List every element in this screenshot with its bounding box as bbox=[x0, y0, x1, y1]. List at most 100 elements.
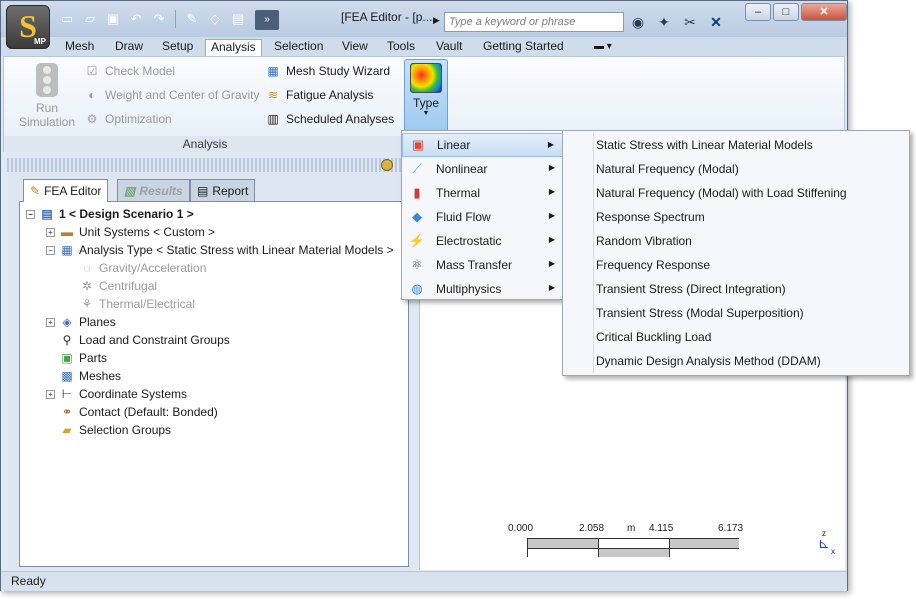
search-expand-icon[interactable]: ▶ bbox=[433, 12, 443, 28]
submenu-item[interactable]: Transient Stress (Direct Integration) bbox=[563, 277, 909, 301]
tab-draw[interactable]: Draw bbox=[110, 39, 148, 56]
tab-analysis[interactable]: Analysis bbox=[205, 39, 262, 56]
tab-vault[interactable]: Vault bbox=[431, 39, 467, 56]
tab-report[interactable]: ▤ Report bbox=[190, 179, 256, 201]
mesh-study-wizard-label: Mesh Study Wizard bbox=[286, 64, 391, 78]
tab-results[interactable]: ▧ Results bbox=[117, 179, 190, 201]
mesh-study-wizard-button[interactable]: ▦ Mesh Study Wizard bbox=[265, 63, 390, 79]
tree-row[interactable]: + ⊢ Coordinate Systems bbox=[20, 385, 408, 403]
expand-icon[interactable]: + bbox=[46, 317, 55, 327]
tree-row[interactable]: ✲ Centrifugal bbox=[20, 277, 408, 295]
maximize-button[interactable]: □ bbox=[773, 3, 799, 21]
tab-tools[interactable]: Tools bbox=[382, 39, 420, 56]
tab-fea-editor[interactable]: ✎ FEA Editor bbox=[23, 179, 109, 202]
submenu-item[interactable]: Frequency Response bbox=[563, 253, 909, 277]
collapse-icon[interactable]: − bbox=[46, 245, 55, 255]
eraser-icon[interactable]: ◇ bbox=[205, 10, 225, 28]
menu-item-nonlinear[interactable]: ⟋ Nonlinear ▶ bbox=[402, 157, 563, 181]
tree-row[interactable]: ◌ Gravity/Acceleration bbox=[20, 259, 408, 277]
tree-row[interactable]: − ▤ 1 < Design Scenario 1 > bbox=[20, 205, 408, 223]
thermal-icon: ⚘ bbox=[81, 297, 93, 311]
tree-row[interactable]: ▣ Parts bbox=[20, 349, 408, 367]
menu-item-mass-transfer[interactable]: ⚛ Mass Transfer ▶ bbox=[402, 253, 563, 277]
ribbon-display-icon[interactable]: ▬ ▾ bbox=[589, 39, 617, 56]
tree-row[interactable]: − ▦ Analysis Type < Static Stress with Lin… bbox=[20, 241, 408, 259]
undo-icon[interactable]: ↶ bbox=[126, 10, 146, 28]
contact-icon: ⚭ bbox=[61, 405, 73, 419]
tab-getting-started[interactable]: Getting Started bbox=[478, 39, 569, 56]
tree-row-label: Planes bbox=[79, 315, 116, 329]
menu-item-electrostatic[interactable]: ⚡ Electrostatic ▶ bbox=[402, 229, 563, 253]
expand-icon[interactable]: + bbox=[46, 389, 55, 399]
pin-icon[interactable]: ✂ bbox=[680, 12, 700, 32]
edit-icon[interactable]: ✎ bbox=[182, 10, 202, 28]
mass-transfer-icon: ⚛ bbox=[411, 257, 423, 272]
application-menu-button[interactable]: S MP bbox=[6, 5, 50, 49]
optimization-button[interactable]: ⚙ Optimization bbox=[84, 111, 172, 127]
collapse-icon[interactable]: − bbox=[26, 209, 35, 219]
type-button[interactable]: Type ▼ bbox=[404, 59, 448, 133]
tree-row[interactable]: + ▬ Unit Systems < Custom > bbox=[20, 223, 408, 241]
tree-row[interactable]: ⚲ Load and Constraint Groups bbox=[20, 331, 408, 349]
wrench-icon[interactable]: ✦ bbox=[654, 12, 674, 32]
tree-row-label: Unit Systems < Custom > bbox=[79, 225, 216, 239]
submenu-item[interactable]: Transient Stress (Modal Superposition) bbox=[563, 301, 909, 325]
toolbar-more-icon[interactable]: » bbox=[255, 10, 279, 30]
pin-icon[interactable] bbox=[381, 159, 393, 171]
submenu-item[interactable]: Natural Frequency (Modal) with Load Stif… bbox=[563, 181, 909, 205]
menu-item-label: Electrostatic bbox=[436, 234, 502, 248]
tab-view[interactable]: View bbox=[337, 39, 373, 56]
spin-icon: ✲ bbox=[81, 279, 93, 293]
x-icon[interactable]: ✕ bbox=[706, 12, 726, 32]
properties-icon[interactable]: ▤ bbox=[228, 10, 248, 28]
search-input[interactable]: Type a keyword or phrase bbox=[444, 12, 624, 32]
tab-setup[interactable]: Setup bbox=[157, 39, 198, 56]
tree-row-label: Load and Constraint Groups bbox=[79, 333, 230, 347]
menu-item-thermal[interactable]: ▮ Thermal ▶ bbox=[402, 181, 563, 205]
weight-center-button[interactable]: ◐ Weight and Center of Gravity bbox=[84, 87, 259, 103]
tree-row[interactable]: ▰ Selection Groups bbox=[20, 421, 408, 439]
check-model-button[interactable]: ☑ Check Model bbox=[84, 63, 175, 79]
help-tools: ◉ ✦ ✂ ✕ bbox=[628, 12, 726, 32]
submenu-arrow-icon: ▶ bbox=[548, 235, 555, 244]
close-button[interactable]: ✕ bbox=[801, 3, 847, 21]
tree-row[interactable]: ⚭ Contact (Default: Bonded) bbox=[20, 403, 408, 421]
nonlinear-icon: ⟋ bbox=[412, 161, 422, 176]
run-simulation-button[interactable]: Run Simulation bbox=[14, 63, 80, 129]
submenu-item[interactable]: Response Spectrum bbox=[563, 205, 909, 229]
save-icon[interactable]: ▣ bbox=[103, 10, 123, 28]
schedule-icon: ▥ bbox=[267, 112, 279, 126]
submenu-item[interactable]: Random Vibration bbox=[563, 229, 909, 253]
expand-icon[interactable]: + bbox=[46, 227, 55, 237]
thermometer-icon: ▮ bbox=[413, 185, 421, 200]
menu-item-multiphysics[interactable]: ◍ Multiphysics ▶ bbox=[402, 277, 563, 301]
redo-icon[interactable]: ↷ bbox=[149, 10, 169, 28]
binoculars-icon[interactable]: ◉ bbox=[628, 12, 648, 32]
folder-icon: ▰ bbox=[62, 423, 72, 437]
open-icon[interactable]: ▱ bbox=[80, 10, 100, 28]
submenu-item[interactable]: Static Stress with Linear Material Model… bbox=[563, 133, 909, 157]
new-icon[interactable]: ▭ bbox=[57, 10, 77, 28]
submenu-item[interactable]: Natural Frequency (Modal) bbox=[563, 157, 909, 181]
menu-item-linear[interactable]: ▣ Linear ▶ bbox=[402, 133, 563, 157]
minimize-button[interactable]: – bbox=[745, 3, 771, 21]
axis-label-x: x bbox=[831, 547, 835, 556]
tab-mesh[interactable]: Mesh bbox=[60, 39, 99, 56]
tree-row[interactable]: ⚘ Thermal/Electrical bbox=[20, 295, 408, 313]
scheduled-analyses-button[interactable]: ▥ Scheduled Analyses bbox=[265, 111, 394, 127]
submenu-item[interactable]: Dynamic Design Analysis Method (DDAM) bbox=[563, 349, 909, 373]
linear-submenu: Static Stress with Linear Material Model… bbox=[562, 130, 910, 376]
fatigue-analysis-button[interactable]: ≋ Fatigue Analysis bbox=[265, 87, 373, 103]
panel-grip[interactable] bbox=[7, 158, 411, 172]
submenu-arrow-icon: ▶ bbox=[548, 163, 555, 172]
quick-access-toolbar: ▭ ▱ ▣ ↶ ↷ ✎ ◇ ▤ » bbox=[57, 10, 279, 30]
tree-row[interactable]: ▩ Meshes bbox=[20, 367, 408, 385]
tree-row[interactable]: + ◈ Planes bbox=[20, 313, 408, 331]
menu-item-fluid-flow[interactable]: ◆ Fluid Flow ▶ bbox=[402, 205, 563, 229]
tab-selection[interactable]: Selection bbox=[269, 39, 328, 56]
results-label: Results bbox=[139, 183, 183, 198]
submenu-item[interactable]: Critical Buckling Load bbox=[563, 325, 909, 349]
